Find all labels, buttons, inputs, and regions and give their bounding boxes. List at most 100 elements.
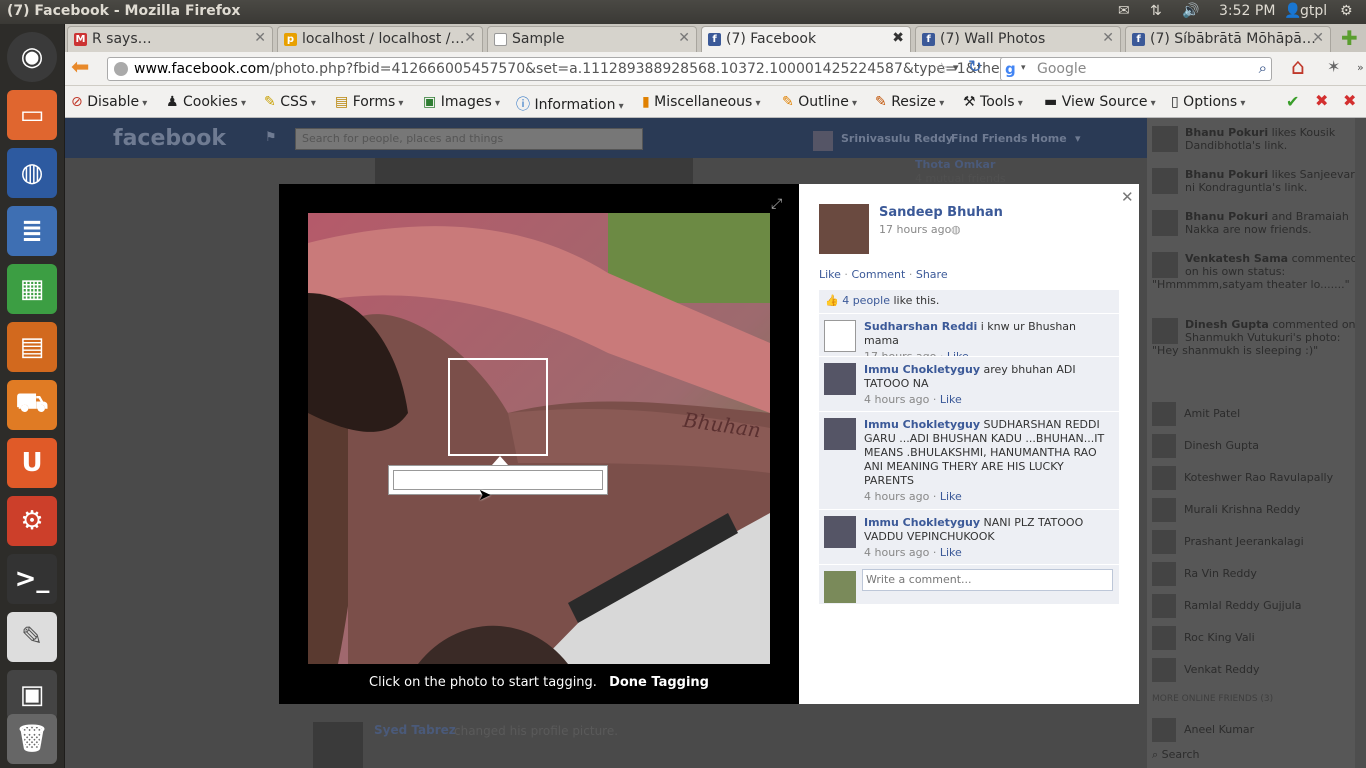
expand-icon[interactable]: ⤢ (771, 196, 782, 212)
comment-author[interactable]: Sudharshan Reddi (864, 320, 977, 333)
workspace-icon[interactable]: ▣ (7, 670, 57, 720)
search-icon[interactable]: ⌕ (1259, 59, 1267, 77)
comment-author[interactable]: Immu Chokletyguy (864, 363, 980, 376)
chat-item[interactable]: Roc King Vali (1152, 626, 1362, 650)
chat-item[interactable]: Venkat Reddy (1152, 658, 1362, 682)
chat-item[interactable]: Prashant Jeerankalagi (1152, 530, 1362, 554)
post-author[interactable]: Sandeep Bhuhan (879, 205, 1003, 220)
engine-dropdown-icon[interactable]: ▾ (1021, 63, 1026, 73)
like-link[interactable]: Like (819, 268, 841, 281)
trash-icon[interactable]: 🗑 (7, 714, 57, 764)
css-menu[interactable]: ✎ CSS (264, 94, 316, 110)
chat-item[interactable]: Murali Krishna Reddy (1152, 498, 1362, 522)
home-icon[interactable]: ⌂ (1291, 55, 1305, 80)
options-menu[interactable]: ▯ Options (1171, 94, 1245, 110)
comment-time[interactable]: 4 hours ago (864, 546, 929, 559)
ticker-item[interactable]: Bhanu Pokuri likes Kousik Dandibhotla's … (1152, 126, 1362, 152)
chat-item[interactable]: Koteshwer Rao Ravulapally (1152, 466, 1362, 490)
close-icon[interactable]: ✕ (254, 30, 266, 46)
chat-item[interactable]: Amit Patel (1152, 402, 1362, 426)
ticker-item[interactable]: Bhanu Pokuri likes Sanjeevara ni Kondrag… (1152, 168, 1362, 194)
comment-like-link[interactable]: Like (940, 393, 962, 406)
new-tab-icon[interactable]: ✚ (1341, 26, 1358, 50)
impress-icon[interactable]: ▤ (7, 322, 57, 372)
site-identity-icon[interactable] (114, 62, 128, 76)
facebook-search-input[interactable]: Search for people, places and things (295, 128, 643, 150)
chat-search[interactable]: ⌕ Search (1152, 748, 1362, 762)
overflow-icon[interactable]: » (1357, 61, 1364, 74)
comment-time[interactable]: 4 hours ago (864, 490, 929, 503)
files-icon[interactable]: ▭ (7, 90, 57, 140)
notifications-icon[interactable]: ⚑ (265, 130, 277, 145)
tab-r-says[interactable]: M R says… ✕ (67, 26, 273, 52)
ubuntu-icon[interactable]: ◉ (7, 32, 57, 82)
software-center-icon[interactable]: ⛟ (7, 380, 57, 430)
images-menu[interactable]: ▣ Images (423, 94, 500, 110)
avatar[interactable] (813, 131, 833, 151)
network-icon[interactable]: ⇅ (1150, 3, 1162, 19)
search-input[interactable]: g ▾ Google ⌕ (1000, 57, 1272, 81)
view-source-menu[interactable]: ▬ View Source (1044, 94, 1156, 110)
close-icon[interactable]: ✕ (1102, 30, 1114, 46)
url-bar[interactable]: www.facebook.com/photo.php?fbid=41266600… (107, 57, 1057, 81)
tab-localhost[interactable]: p localhost / localhost /… ✕ (277, 26, 483, 52)
ticker-item[interactable]: Dinesh Gupta commented on Shanmukh Vutuk… (1152, 318, 1362, 372)
home-link[interactable]: Home (1031, 132, 1067, 145)
chat-item[interactable]: Ramlal Reddy Gujjula (1152, 594, 1362, 618)
comment-time[interactable]: 4 hours ago (864, 393, 929, 406)
forms-menu[interactable]: ▤ Forms (335, 94, 403, 110)
done-tagging-button[interactable]: Done Tagging (609, 675, 709, 690)
chat-item[interactable]: Aneel Kumar (1152, 718, 1362, 742)
avatar[interactable] (824, 320, 856, 352)
post-time[interactable]: 17 hours ago (879, 223, 951, 236)
tools-menu[interactable]: ⚒ Tools (963, 94, 1023, 110)
tab-sibabrata[interactable]: f (7) Síbābrātā Mōhāpā… ✕ (1125, 26, 1331, 52)
facebook-logo[interactable]: facebook (113, 126, 226, 151)
text-editor-icon[interactable]: ✎ (7, 612, 57, 662)
chat-item[interactable]: Ra Vin Reddy (1152, 562, 1362, 586)
share-link[interactable]: Share (916, 268, 948, 281)
photo[interactable]: Bhuhan ➤ (308, 213, 770, 664)
close-icon[interactable]: ✕ (678, 30, 690, 46)
tab-sample[interactable]: Sample ✕ (487, 26, 697, 52)
back-arrow-icon[interactable]: ⬅ (71, 55, 89, 80)
close-icon[interactable]: ✖ (892, 30, 904, 46)
firefox-icon[interactable]: ◍ (7, 148, 57, 198)
ticker-item[interactable]: Bhanu Pokuri and Bramaiah Nakka are now … (1152, 210, 1362, 236)
reload-icon[interactable]: ↻ (968, 57, 982, 77)
writer-icon[interactable]: ≣ (7, 206, 57, 256)
tag-selection-box[interactable] (448, 358, 548, 456)
close-icon[interactable]: ✕ (464, 30, 476, 46)
ticker-item[interactable]: Venkatesh Sama commented on his own stat… (1152, 252, 1362, 291)
comment-like-link[interactable]: Like (940, 546, 962, 559)
clock[interactable]: 3:52 PM (1219, 3, 1275, 19)
author-avatar[interactable] (819, 204, 869, 254)
avatar[interactable] (824, 418, 856, 450)
resize-menu[interactable]: ✎ Resize (875, 94, 944, 110)
likes-link[interactable]: 4 people (842, 294, 890, 307)
user-icon[interactable]: 👤 (1284, 3, 1301, 19)
addon-icon[interactable]: ✶ (1327, 57, 1340, 76)
volume-icon[interactable]: 🔊 (1182, 3, 1199, 19)
chat-item[interactable]: Dinesh Gupta (1152, 434, 1362, 458)
miscellaneous-menu[interactable]: ▮ Miscellaneous (642, 94, 761, 110)
avatar[interactable] (824, 363, 856, 395)
account-dropdown-icon[interactable]: ▾ (1075, 132, 1081, 145)
outline-menu[interactable]: ✎ Outline (782, 94, 857, 110)
tab-facebook[interactable]: f (7) Facebook ✖ (701, 26, 911, 52)
bookmark-star-icon[interactable]: ☆ (935, 59, 948, 77)
settings-icon[interactable]: ⚙ (7, 496, 57, 546)
disable-menu[interactable]: ⊘ Disable (71, 94, 147, 110)
tag-name-input[interactable] (393, 470, 603, 490)
gear-icon[interactable]: ⚙ (1340, 3, 1353, 19)
history-dropdown-icon[interactable]: ▾ (953, 61, 959, 74)
close-icon[interactable]: ✕ (1312, 30, 1324, 46)
information-menu[interactable]: ⓘ Information (516, 94, 624, 114)
close-icon[interactable]: ✕ (1121, 188, 1134, 206)
mail-icon[interactable]: ✉ (1118, 3, 1130, 19)
tab-wall-photos[interactable]: f (7) Wall Photos ✕ (915, 26, 1121, 52)
error-icon[interactable]: ✖ (1315, 91, 1328, 110)
comment-author[interactable]: Immu Chokletyguy (864, 516, 980, 529)
comment-author[interactable]: Immu Chokletyguy (864, 418, 980, 431)
cookies-menu[interactable]: ♟ Cookies (166, 94, 246, 110)
